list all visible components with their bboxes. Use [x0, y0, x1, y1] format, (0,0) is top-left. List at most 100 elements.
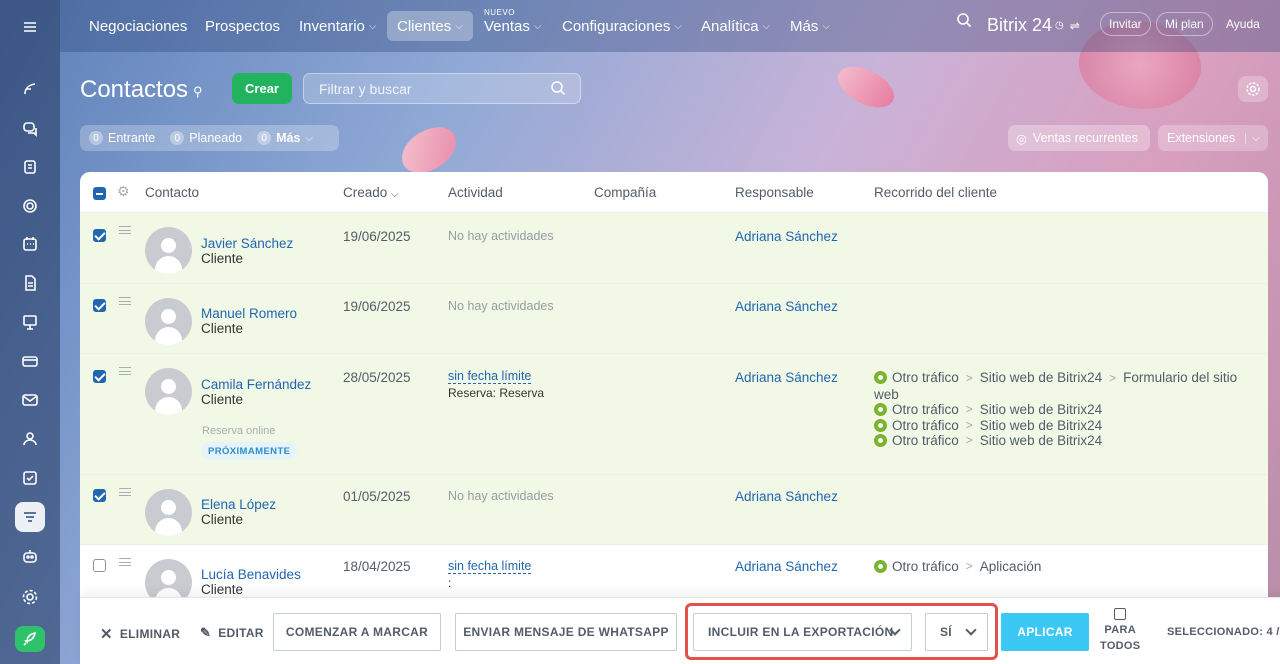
contact-name[interactable]: Elena López — [201, 497, 276, 512]
nav-mas[interactable]: Más ⌵ — [790, 16, 830, 36]
drag-handle-icon[interactable] — [119, 226, 131, 234]
selected-count: SELECCIONADO: 4 / 20 — [1167, 626, 1280, 638]
activity-deadline[interactable]: sin fecha límite — [448, 559, 532, 574]
nav-label: Ventas — [484, 17, 530, 35]
chevron-down-icon: ⌵ — [368, 20, 377, 32]
apply-button[interactable]: APLICAR — [1001, 613, 1089, 651]
menu-icon[interactable] — [15, 12, 45, 42]
pin-icon[interactable]: ⚲ — [193, 84, 203, 100]
drag-handle-icon[interactable] — [119, 297, 131, 305]
gear-icon[interactable] — [1238, 76, 1268, 102]
tasks-icon[interactable] — [15, 463, 45, 493]
rocket-icon[interactable] — [15, 626, 45, 652]
extensions-button[interactable]: Extensiones ⌵ — [1158, 125, 1268, 151]
search-icon[interactable] — [956, 12, 972, 28]
chevron-down-icon: ⌵ — [455, 20, 463, 32]
drag-handle-icon[interactable] — [119, 488, 131, 496]
feed-icon[interactable] — [15, 74, 45, 104]
start-dialing-button[interactable]: COMENZAR A MARCAR — [273, 613, 441, 651]
edit-label: EDITAR — [218, 626, 264, 640]
nav-analitica[interactable]: Analítica ⌵ — [701, 16, 770, 36]
robot-icon[interactable] — [15, 541, 45, 571]
checkbox-box[interactable] — [1114, 608, 1127, 620]
contacts-grid: ⚙ Contacto Creado ⌵ Actividad Compañía R… — [80, 172, 1268, 664]
row-checkbox[interactable] — [93, 489, 106, 502]
nav-clientes[interactable]: Clientes ⌵ — [387, 11, 473, 41]
table-row[interactable]: Camila Fernández Cliente Reserva online … — [80, 354, 1268, 475]
nav-ventas[interactable]: Ventas ⌵ — [484, 16, 541, 36]
drag-handle-icon[interactable] — [119, 558, 131, 566]
crm-filter-icon[interactable] — [15, 502, 45, 532]
activity-detail: : — [448, 576, 452, 590]
contact-name[interactable]: Javier Sánchez — [201, 236, 293, 251]
responsible-user[interactable]: Adriana Sánchez — [735, 559, 838, 574]
table-row[interactable]: Javier Sánchez Cliente 19/06/2025 No hay… — [80, 213, 1268, 284]
board-icon[interactable] — [15, 307, 45, 337]
activity-deadline[interactable]: sin fecha límite — [448, 369, 532, 384]
settings-icon[interactable] — [15, 582, 45, 612]
row-checkbox[interactable] — [93, 370, 106, 383]
select-all-checkbox[interactable] — [93, 187, 106, 200]
card-icon[interactable] — [15, 346, 45, 376]
journey-line: Otro tráfico > Sitio web de Bitrix24 — [874, 402, 1249, 418]
groups-icon[interactable] — [15, 191, 45, 221]
column-recorrido[interactable]: Recorrido del cliente — [874, 185, 997, 200]
customer-journey: Otro tráfico > Sitio web de Bitrix24 > Formu… — [874, 370, 1249, 449]
table-row[interactable]: Manuel Romero Cliente 19/06/2025 No hay … — [80, 284, 1268, 354]
column-creado[interactable]: Creado ⌵ — [343, 185, 399, 200]
filter-search-box[interactable] — [303, 73, 581, 104]
chevron-down-icon[interactable]: ⌵ — [1245, 132, 1260, 144]
drag-handle-icon[interactable] — [119, 367, 131, 375]
invite-button[interactable]: Invitar — [1100, 12, 1151, 36]
recurring-sales-button[interactable]: ◎ Ventas recurrentes — [1008, 125, 1150, 151]
contact-name[interactable]: Manuel Romero — [201, 306, 297, 321]
nav-prospectos[interactable]: Prospectos — [205, 16, 280, 36]
nav-inventario[interactable]: Inventario ⌵ — [299, 16, 376, 36]
edit-button[interactable]: ✎ EDITAR — [200, 625, 264, 641]
nav-negociaciones[interactable]: Negociaciones — [89, 16, 187, 36]
grid-settings-icon[interactable]: ⚙ — [117, 183, 130, 200]
yes-select[interactable]: SÍ — [925, 613, 988, 651]
for-all-checkbox[interactable]: PARA TODOS — [1100, 608, 1140, 654]
counter-incoming[interactable]: 0 Entrante — [89, 131, 155, 145]
create-button[interactable]: Crear — [232, 73, 292, 104]
chat-icon[interactable] — [15, 113, 45, 143]
export-select[interactable]: INCLUIR EN LA EXPORTACIÓN — [693, 613, 912, 651]
counter-planned[interactable]: 0 Planeado — [170, 131, 242, 145]
notes-icon[interactable] — [15, 152, 45, 182]
nav-configuraciones[interactable]: Configuraciones ⌵ — [562, 16, 682, 36]
group-action-bar: ✕ ELIMINAR ✎ EDITAR COMENZAR A MARCAR ENVI… — [80, 597, 1280, 664]
decorative-petal — [394, 121, 464, 179]
column-actividad[interactable]: Actividad — [448, 185, 503, 200]
help-link[interactable]: Ayuda — [1226, 17, 1260, 31]
column-responsable[interactable]: Responsable — [735, 185, 814, 200]
responsible-user[interactable]: Adriana Sánchez — [735, 229, 838, 244]
chevron-right-icon: > — [965, 417, 973, 432]
contacts-icon[interactable] — [15, 424, 45, 454]
column-contacto[interactable]: Contacto — [145, 185, 199, 200]
row-checkbox[interactable] — [93, 229, 106, 242]
document-icon[interactable] — [15, 268, 45, 298]
whatsapp-button[interactable]: ENVIAR MENSAJE DE WHATSAPP — [455, 613, 677, 651]
chevron-right-icon: > — [1109, 371, 1117, 385]
responsible-user[interactable]: Adriana Sánchez — [735, 489, 838, 504]
delete-button[interactable]: ✕ ELIMINAR — [100, 625, 180, 643]
column-compania[interactable]: Compañía — [594, 185, 656, 200]
table-row[interactable]: Elena López Cliente 01/05/2025 No hay ac… — [80, 475, 1268, 545]
search-input[interactable] — [319, 80, 539, 97]
contact-name[interactable]: Lucía Benavides — [201, 567, 301, 582]
my-plan-button[interactable]: Mi plan — [1156, 12, 1213, 36]
nav-label: Configuraciones — [562, 17, 671, 35]
row-checkbox[interactable] — [93, 559, 106, 572]
responsible-user[interactable]: Adriana Sánchez — [735, 370, 838, 385]
search-icon[interactable] — [550, 80, 566, 99]
mail-icon[interactable] — [15, 385, 45, 415]
counter-more[interactable]: 0 Más ⌵ — [257, 131, 313, 145]
row-checkbox[interactable] — [93, 299, 106, 312]
sliders-icon[interactable]: ⇌ — [1070, 19, 1080, 33]
avatar — [145, 489, 192, 536]
journey-step: Otro tráfico — [892, 433, 959, 448]
responsible-user[interactable]: Adriana Sánchez — [735, 299, 838, 314]
contact-name[interactable]: Camila Fernández — [201, 377, 311, 392]
calendar-icon[interactable] — [15, 229, 45, 259]
